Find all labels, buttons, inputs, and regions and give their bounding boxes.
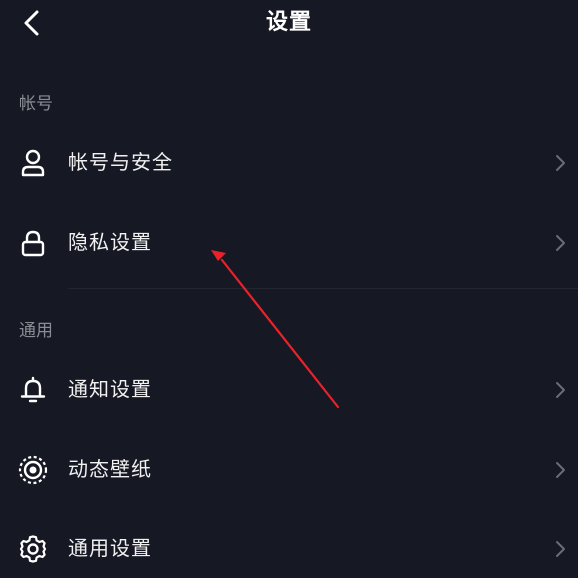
chevron-right-icon xyxy=(552,152,568,174)
live-wallpaper-icon xyxy=(17,454,49,486)
section-header-account: 帐号 xyxy=(19,94,53,114)
row-label: 通知设置 xyxy=(68,377,152,401)
row-label: 动态壁纸 xyxy=(68,457,152,481)
row-label: 帐号与安全 xyxy=(68,150,173,174)
page-title: 设置 xyxy=(265,10,312,35)
settings-row-live-wallpaper[interactable]: 动态壁纸 xyxy=(0,439,578,499)
section-divider xyxy=(68,288,578,289)
lock-icon xyxy=(17,227,49,259)
chevron-right-icon xyxy=(552,459,568,481)
user-icon xyxy=(17,147,49,179)
settings-row-notifications[interactable]: 通知设置 xyxy=(0,359,578,419)
settings-row-privacy[interactable]: 隐私设置 xyxy=(0,212,578,272)
section-header-general: 通用 xyxy=(19,321,53,341)
chevron-right-icon xyxy=(552,379,568,401)
settings-row-account-security[interactable]: 帐号与安全 xyxy=(0,132,578,192)
chevron-right-icon xyxy=(552,538,568,560)
settings-row-general-settings[interactable]: 通用设置 xyxy=(0,518,578,578)
nav-bar: 设置 xyxy=(0,0,578,46)
row-label: 隐私设置 xyxy=(68,230,152,254)
gear-icon xyxy=(17,533,49,565)
bell-icon xyxy=(17,374,49,406)
chevron-right-icon xyxy=(552,232,568,254)
row-label: 通用设置 xyxy=(68,536,152,560)
